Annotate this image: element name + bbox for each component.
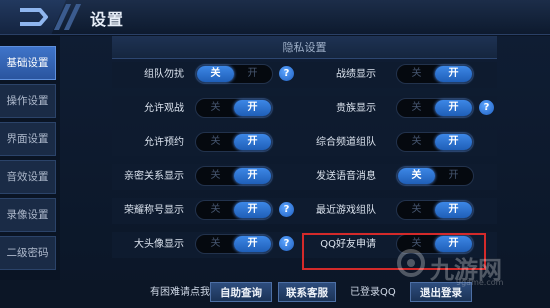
panel-header: 隐私设置 <box>112 36 497 59</box>
toggle-on-option[interactable]: 开 <box>234 134 271 150</box>
login-status: 已登录QQ <box>350 287 396 298</box>
setting-label: 荣耀称号显示 <box>124 205 184 216</box>
toggle-off-option[interactable]: 关 <box>398 134 435 150</box>
setting-label: 组队勿扰 <box>144 69 184 80</box>
watermark-logo-icon <box>397 249 425 277</box>
sidebar-item-audio[interactable]: 音效设置 <box>0 160 56 194</box>
toggle-off-option[interactable]: 关 <box>197 202 234 218</box>
help-icon[interactable]: ? <box>479 100 494 115</box>
help-text: 有困难请点我 <box>150 287 210 298</box>
toggle-off-option[interactable]: 关 <box>398 100 435 116</box>
sidebar: 基础设置 操作设置 界面设置 音效设置 录像设置 二级密码 <box>0 46 56 274</box>
self-query-button[interactable]: 自助查询 <box>210 282 272 302</box>
setting-label: 发送语音消息 <box>316 171 376 182</box>
sidebar-item-controls[interactable]: 操作设置 <box>0 84 56 118</box>
toggle-on-option[interactable]: 开 <box>435 168 472 184</box>
setting-label: 战绩显示 <box>336 69 376 80</box>
setting-toggle[interactable]: 关开 <box>396 98 474 118</box>
panel-title: 隐私设置 <box>282 41 327 54</box>
toggle-on-option[interactable]: 开 <box>435 202 472 218</box>
toggle-on-option[interactable]: 开 <box>435 66 472 82</box>
setting-toggle[interactable]: 关开 <box>195 132 273 152</box>
back-arrow-icon <box>20 8 48 26</box>
toggle-on-option[interactable]: 开 <box>435 100 472 116</box>
setting-toggle[interactable]: 关开 <box>396 166 474 186</box>
sidebar-item-replay[interactable]: 录像设置 <box>0 198 56 232</box>
toggle-off-option[interactable]: 关 <box>398 168 435 184</box>
setting-label: 大头像显示 <box>134 239 184 250</box>
toggle-off-option[interactable]: 关 <box>197 66 234 82</box>
toggle-off-option[interactable]: 关 <box>197 100 234 116</box>
toggle-off-option[interactable]: 关 <box>398 66 435 82</box>
toggle-off-option[interactable]: 关 <box>197 168 234 184</box>
watermark: 九游网 9game.com <box>396 244 546 290</box>
toggle-on-option[interactable]: 开 <box>234 100 271 116</box>
page-title: 设置 <box>90 10 125 29</box>
top-bar: 设置 <box>0 0 550 35</box>
setting-toggle[interactable]: 关开 <box>195 98 273 118</box>
toggle-off-option[interactable]: 关 <box>398 202 435 218</box>
sidebar-item-secondary-password[interactable]: 二级密码 <box>0 236 56 270</box>
setting-toggle[interactable]: 关开 <box>195 64 273 84</box>
sidebar-item-basic[interactable]: 基础设置 <box>0 46 56 80</box>
setting-toggle[interactable]: 关开 <box>396 200 474 220</box>
setting-toggle[interactable]: 关开 <box>195 200 273 220</box>
watermark-url: 9game.com <box>456 278 504 287</box>
toggle-off-option[interactable]: 关 <box>197 134 234 150</box>
setting-toggle[interactable]: 关开 <box>396 64 474 84</box>
setting-label: 最近游戏组队 <box>316 205 376 216</box>
setting-label: 允许预约 <box>144 137 184 148</box>
toggle-off-option[interactable]: 关 <box>197 236 234 252</box>
toggle-on-option[interactable]: 开 <box>234 66 271 82</box>
toggle-on-option[interactable]: 开 <box>435 134 472 150</box>
setting-label: 贵族显示 <box>336 103 376 114</box>
setting-toggle[interactable]: 关开 <box>195 166 273 186</box>
setting-label: 允许观战 <box>144 103 184 114</box>
toggle-on-option[interactable]: 开 <box>234 202 271 218</box>
contact-support-button[interactable]: 联系客服 <box>278 282 336 302</box>
setting-label: 亲密关系显示 <box>124 171 184 182</box>
setting-toggle[interactable]: 关开 <box>195 234 273 254</box>
toggle-on-option[interactable]: 开 <box>234 236 271 252</box>
setting-label: 综合频道组队 <box>316 137 376 148</box>
setting-toggle[interactable]: 关开 <box>396 132 474 152</box>
toggle-on-option[interactable]: 开 <box>234 168 271 184</box>
sidebar-item-interface[interactable]: 界面设置 <box>0 122 56 156</box>
